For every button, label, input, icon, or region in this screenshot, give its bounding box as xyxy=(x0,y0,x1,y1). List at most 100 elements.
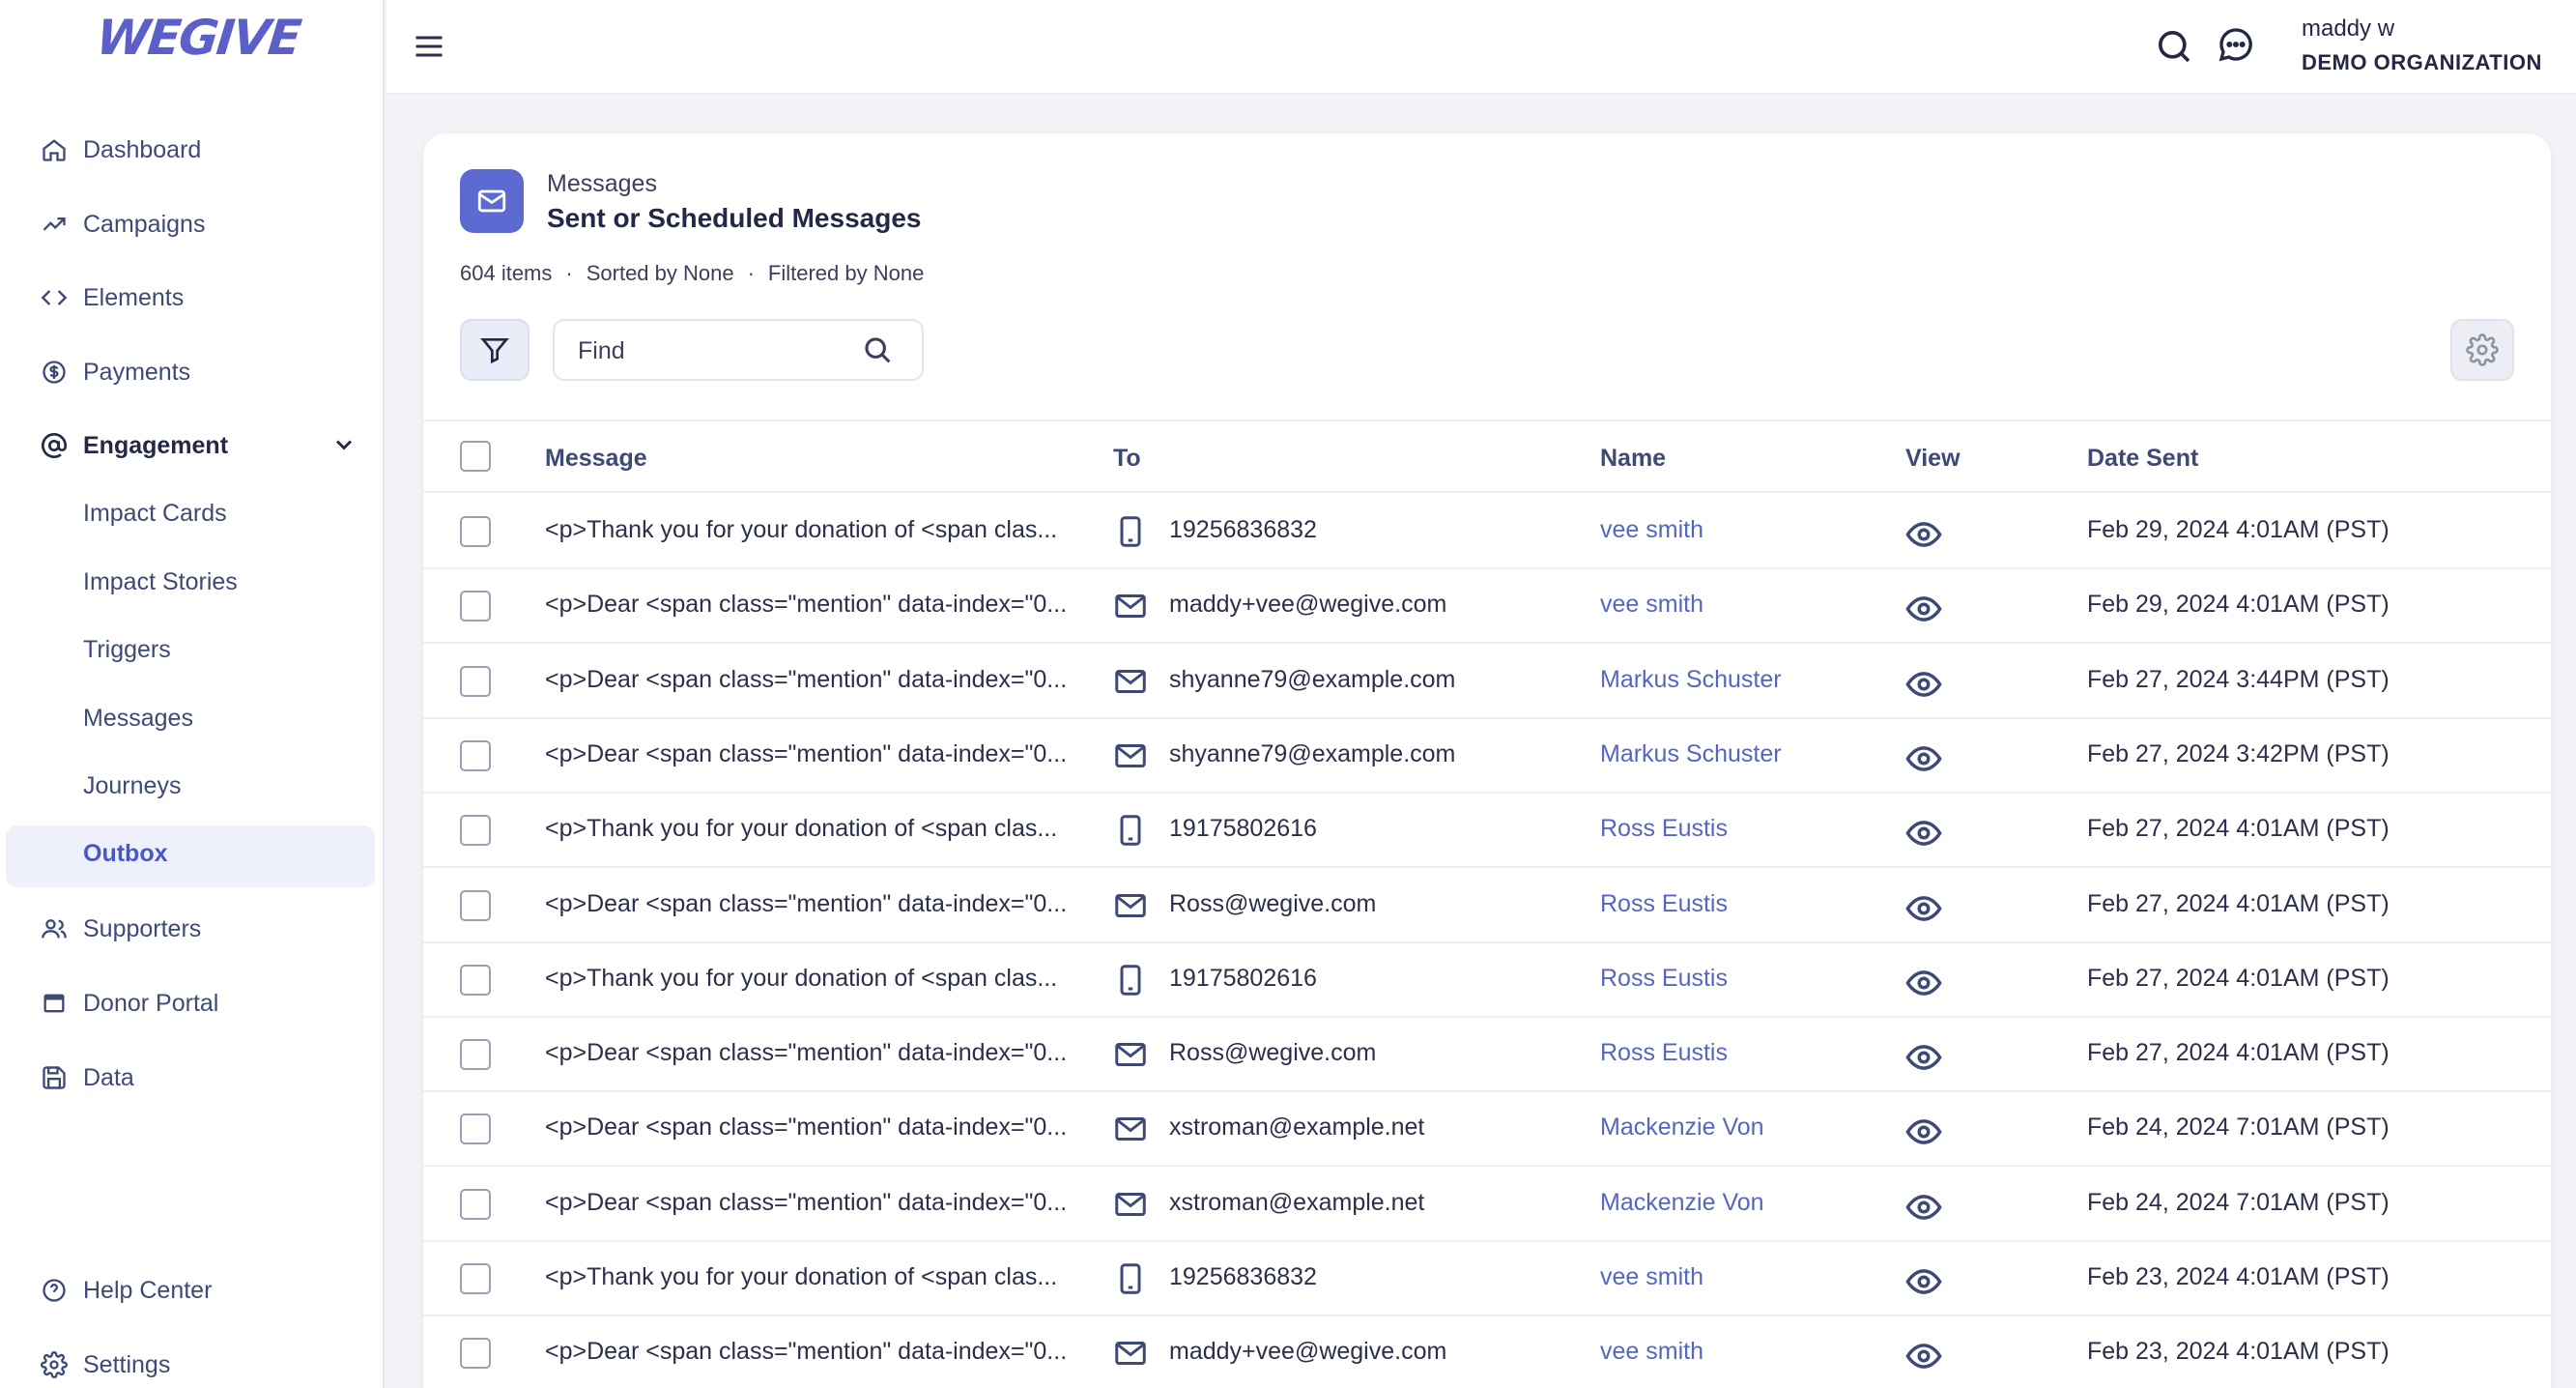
recipient-cell: 19256836832 xyxy=(1169,516,1317,543)
eye-icon[interactable] xyxy=(1905,1039,1942,1072)
eye-icon[interactable] xyxy=(1905,890,1942,923)
eye-icon[interactable] xyxy=(1905,1263,1942,1296)
sidebar-subitem-messages[interactable]: Messages xyxy=(83,705,193,733)
message-cell[interactable]: <p>Thank you for your donation of <span … xyxy=(545,1263,1057,1291)
table-settings-button[interactable] xyxy=(2450,319,2514,381)
name-link[interactable]: vee smith xyxy=(1600,1263,1703,1291)
sidebar-subitem-impact-cards[interactable]: Impact Cards xyxy=(83,500,227,528)
filter-button[interactable] xyxy=(460,319,530,381)
sidebar-item-campaigns[interactable]: Campaigns xyxy=(39,205,205,244)
message-cell[interactable]: <p>Dear <span class="mention" data-index… xyxy=(545,890,1067,918)
table-row[interactable]: <p>Dear <span class="mention" data-index… xyxy=(423,719,2551,794)
table-row[interactable]: <p>Dear <span class="mention" data-index… xyxy=(423,645,2551,719)
search-icon[interactable] xyxy=(2155,27,2193,66)
select-all-checkbox[interactable] xyxy=(460,441,491,472)
sidebar-item-engagement[interactable]: Engagement xyxy=(39,426,228,465)
name-link[interactable]: vee smith xyxy=(1600,1338,1703,1366)
row-checkbox[interactable] xyxy=(460,1113,491,1145)
eye-icon[interactable] xyxy=(1905,1189,1942,1222)
table-row[interactable]: <p>Thank you for your donation of <span … xyxy=(423,1242,2551,1316)
table-row[interactable]: <p>Thank you for your donation of <span … xyxy=(423,943,2551,1018)
eye-icon[interactable] xyxy=(1905,815,1942,848)
message-cell[interactable]: <p>Dear <span class="mention" data-index… xyxy=(545,1113,1067,1142)
find-search-icon[interactable] xyxy=(862,334,895,367)
sidebar-item-supporters[interactable]: Supporters xyxy=(39,910,201,948)
column-header-to[interactable]: To xyxy=(1113,445,1141,473)
name-link[interactable]: Ross Eustis xyxy=(1600,890,1728,918)
name-link[interactable]: Ross Eustis xyxy=(1600,1039,1728,1067)
eye-icon[interactable] xyxy=(1905,1338,1942,1371)
users-icon xyxy=(39,913,70,944)
message-cell[interactable]: <p>Thank you for your donation of <span … xyxy=(545,965,1057,993)
eye-icon[interactable] xyxy=(1905,666,1942,699)
organization-name[interactable]: DEMO ORGANIZATION xyxy=(2302,50,2542,75)
eye-icon[interactable] xyxy=(1905,1113,1942,1146)
sidebar-subitem-outbox[interactable]: Outbox xyxy=(83,840,168,868)
column-header-name[interactable]: Name xyxy=(1600,445,1666,473)
user-name[interactable]: maddy w xyxy=(2302,15,2394,43)
table-row[interactable]: <p>Thank you for your donation of <span … xyxy=(423,794,2551,869)
find-input[interactable] xyxy=(578,334,848,367)
message-cell[interactable]: <p>Thank you for your donation of <span … xyxy=(545,815,1057,843)
column-header-view[interactable]: View xyxy=(1905,445,1961,473)
row-checkbox[interactable] xyxy=(460,739,491,771)
column-header-date-sent[interactable]: Date Sent xyxy=(2087,445,2198,473)
column-header-message[interactable]: Message xyxy=(545,445,647,473)
row-checkbox[interactable] xyxy=(460,665,491,697)
eye-icon[interactable] xyxy=(1905,591,1942,623)
message-cell[interactable]: <p>Dear <span class="mention" data-index… xyxy=(545,666,1067,694)
row-checkbox[interactable] xyxy=(460,516,491,547)
row-checkbox[interactable] xyxy=(460,889,491,921)
sidebar-subitem-journeys[interactable]: Journeys xyxy=(83,772,181,800)
sidebar-item-donor-portal[interactable]: Donor Portal xyxy=(39,984,218,1023)
table-row[interactable]: <p>Dear <span class="mention" data-index… xyxy=(423,1168,2551,1242)
table-row[interactable]: <p>Dear <span class="mention" data-index… xyxy=(423,569,2551,645)
row-checkbox[interactable] xyxy=(460,1188,491,1220)
message-cell[interactable]: <p>Dear <span class="mention" data-index… xyxy=(545,1039,1067,1067)
sidebar-item-elements[interactable]: Elements xyxy=(39,278,184,317)
name-link[interactable]: vee smith xyxy=(1600,516,1703,544)
row-checkbox[interactable] xyxy=(460,1338,491,1370)
sidebar-item-payments[interactable]: Payments xyxy=(39,353,190,391)
row-checkbox[interactable] xyxy=(460,1039,491,1071)
chat-icon[interactable] xyxy=(2217,25,2255,64)
message-cell[interactable]: <p>Dear <span class="mention" data-index… xyxy=(545,591,1067,619)
table-row[interactable]: <p>Dear <span class="mention" data-index… xyxy=(423,1092,2551,1168)
sidebar-item-settings[interactable]: Settings xyxy=(39,1345,170,1384)
recipient-cell: shyanne79@example.com xyxy=(1169,739,1456,767)
recipient-cell: xstroman@example.net xyxy=(1169,1113,1425,1142)
row-checkbox[interactable] xyxy=(460,591,491,622)
eye-icon[interactable] xyxy=(1905,740,1942,773)
sidebar-item-dashboard[interactable]: Dashboard xyxy=(39,130,201,169)
wegive-logo[interactable]: WEGIVE xyxy=(94,10,302,66)
table-row[interactable]: <p>Dear <span class="mention" data-index… xyxy=(423,1316,2551,1388)
message-cell[interactable]: <p>Dear <span class="mention" data-index… xyxy=(545,1338,1067,1366)
hamburger-menu-icon[interactable] xyxy=(412,29,446,64)
row-checkbox[interactable] xyxy=(460,1263,491,1294)
message-cell[interactable]: <p>Dear <span class="mention" data-index… xyxy=(545,740,1067,768)
table-row[interactable]: <p>Dear <span class="mention" data-index… xyxy=(423,869,2551,943)
name-link[interactable]: Ross Eustis xyxy=(1600,815,1728,843)
name-link[interactable]: Markus Schuster xyxy=(1600,740,1782,768)
name-link[interactable]: Ross Eustis xyxy=(1600,965,1728,993)
row-checkbox[interactable] xyxy=(460,815,491,847)
sidebar-subitem-triggers[interactable]: Triggers xyxy=(83,636,171,664)
sidebar-subitem-impact-stories[interactable]: Impact Stories xyxy=(83,568,238,596)
name-link[interactable]: Mackenzie Von xyxy=(1600,1189,1764,1217)
chevron-down-icon[interactable] xyxy=(330,431,358,458)
table-row[interactable]: <p>Dear <span class="mention" data-index… xyxy=(423,1018,2551,1093)
sidebar-item-label: Help Center xyxy=(83,1276,213,1304)
mail-icon xyxy=(1113,888,1148,923)
sidebar-item-help-center[interactable]: Help Center xyxy=(39,1271,212,1310)
row-checkbox[interactable] xyxy=(460,964,491,996)
table-row[interactable]: <p>Thank you for your donation of <span … xyxy=(423,495,2551,569)
recipient-cell: 19175802616 xyxy=(1169,964,1317,992)
name-link[interactable]: vee smith xyxy=(1600,591,1703,619)
name-link[interactable]: Mackenzie Von xyxy=(1600,1113,1764,1142)
message-cell[interactable]: <p>Dear <span class="mention" data-index… xyxy=(545,1189,1067,1217)
message-cell[interactable]: <p>Thank you for your donation of <span … xyxy=(545,516,1057,544)
eye-icon[interactable] xyxy=(1905,965,1942,998)
name-link[interactable]: Markus Schuster xyxy=(1600,666,1782,694)
sidebar-item-data[interactable]: Data xyxy=(39,1058,134,1097)
eye-icon[interactable] xyxy=(1905,516,1942,549)
